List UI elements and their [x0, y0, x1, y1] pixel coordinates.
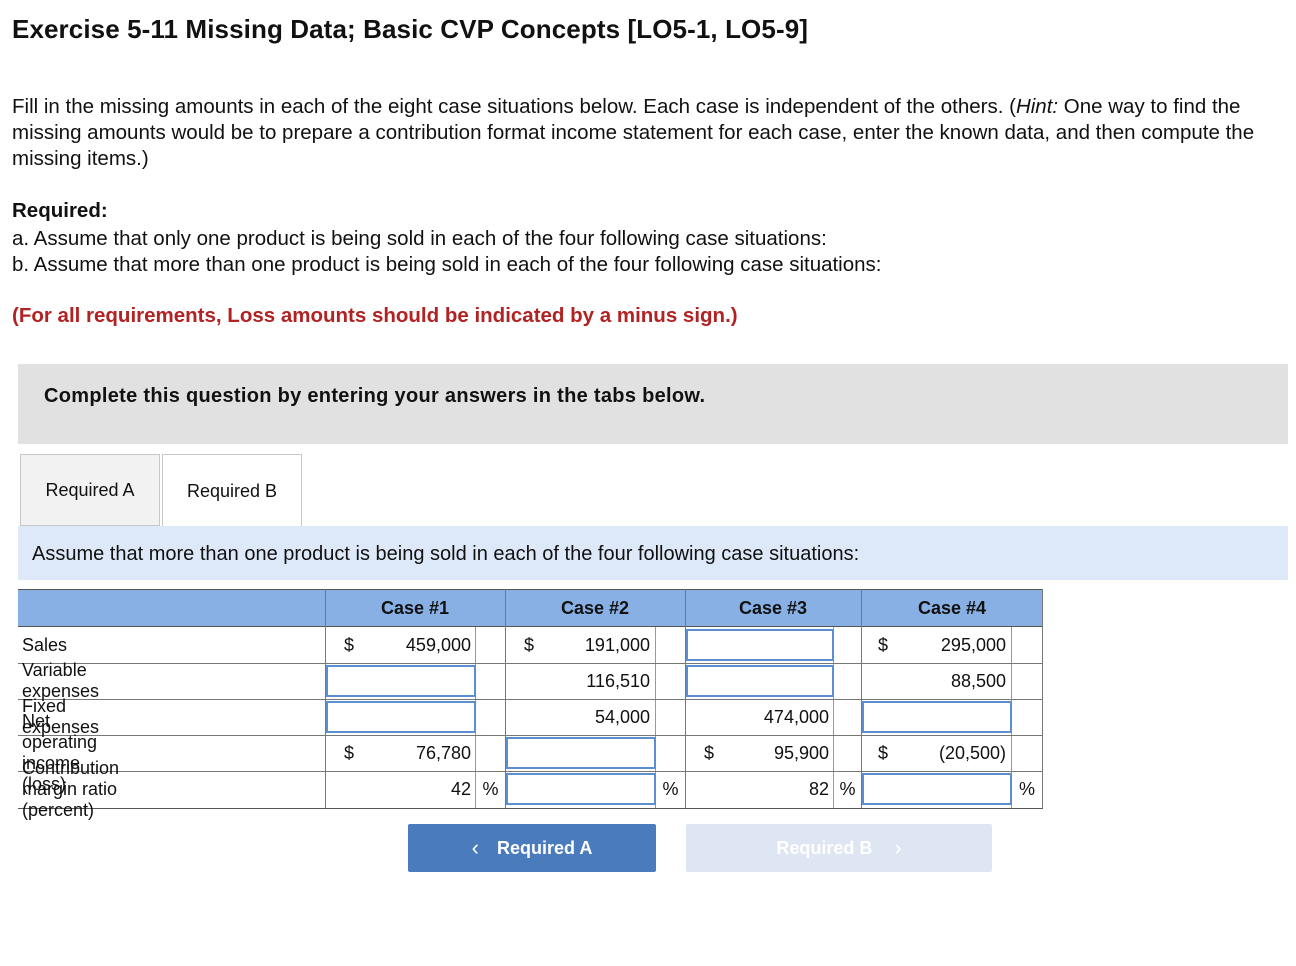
currency-symbol: $: [524, 634, 535, 655]
hint-label: Hint:: [1015, 95, 1059, 118]
required-b-text: b. Assume that more than one product is …: [12, 253, 882, 276]
next-button-label: Required B: [776, 837, 873, 858]
tab-required-b[interactable]: Required B: [162, 454, 302, 527]
row-label-variable-expenses: Variable expenses: [22, 660, 100, 701]
instruction-banner: Complete this question by entering your …: [18, 364, 1288, 444]
instructions-text: Fill in the missing amounts in each of t…: [12, 95, 1016, 118]
case3-net-operating-income-value: 95,900: [773, 742, 829, 763]
case1-cm-ratio-value: 42: [450, 778, 471, 799]
case3-fixed-expenses-value: 474,000: [763, 706, 829, 727]
instructions: Fill in the missing amounts in each of t…: [12, 94, 1282, 172]
prev-button-label: Required A: [496, 837, 593, 858]
case2-cm-ratio-input[interactable]: [506, 773, 656, 805]
case2-fixed-expenses-value: 54,000: [594, 706, 650, 727]
header-case-4: Case #4: [917, 597, 987, 618]
loss-note: (For all requirements, Loss amounts shou…: [12, 304, 738, 327]
prev-required-a-button[interactable]: ‹ Required A: [408, 824, 656, 872]
currency-symbol: $: [344, 742, 355, 763]
case3-sales-input[interactable]: [686, 629, 834, 661]
case4-variable-expenses-value: 88,500: [950, 670, 1006, 691]
required-heading: Required:: [12, 199, 108, 222]
page-title: Exercise 5-11 Missing Data; Basic CVP Co…: [12, 14, 809, 44]
header-case-1: Case #1: [380, 597, 450, 618]
currency-symbol: $: [878, 634, 889, 655]
row-label-sales: Sales: [22, 634, 68, 655]
currency-symbol: $: [878, 742, 889, 763]
case3-variable-expenses-input[interactable]: [686, 665, 834, 697]
tab-subheading: Assume that more than one product is bei…: [18, 526, 1288, 580]
percent-symbol: %: [839, 778, 856, 799]
required-a-text: a. Assume that only one product is being…: [12, 227, 827, 250]
case4-sales-value: 295,000: [940, 634, 1006, 655]
chevron-left-icon: ‹: [471, 835, 479, 860]
header-case-2: Case #2: [560, 597, 630, 618]
currency-symbol: $: [704, 742, 715, 763]
case1-net-operating-income-value: 76,780: [415, 742, 471, 763]
subheading-text: Assume that more than one product is bei…: [32, 543, 860, 565]
case1-variable-expenses-input[interactable]: [326, 665, 476, 697]
percent-symbol: %: [662, 778, 679, 799]
case2-net-operating-income-input[interactable]: [506, 737, 656, 769]
case1-sales-value: 459,000: [405, 634, 471, 655]
case4-fixed-expenses-input[interactable]: [862, 701, 1012, 733]
row-label-contribution-margin-ratio: Contribution margin ratio (percent): [22, 757, 120, 820]
case2-variable-expenses-value: 116,510: [586, 670, 650, 691]
case1-fixed-expenses-input[interactable]: [326, 701, 476, 733]
chevron-right-icon: ›: [894, 835, 902, 860]
case4-cm-ratio-input[interactable]: [862, 773, 1012, 805]
banner-text: Complete this question by entering your …: [44, 385, 706, 407]
next-required-b-button[interactable]: Required B ›: [686, 824, 992, 872]
case2-sales-value: 191,000: [584, 634, 650, 655]
case4-net-operating-income-value: (20,500): [938, 742, 1006, 763]
percent-symbol: %: [482, 778, 499, 799]
currency-symbol: $: [344, 634, 355, 655]
case3-cm-ratio-value: 82: [808, 778, 829, 799]
percent-symbol: %: [1018, 778, 1035, 799]
tab-required-a[interactable]: Required A: [20, 454, 160, 526]
header-case-3: Case #3: [738, 597, 808, 618]
